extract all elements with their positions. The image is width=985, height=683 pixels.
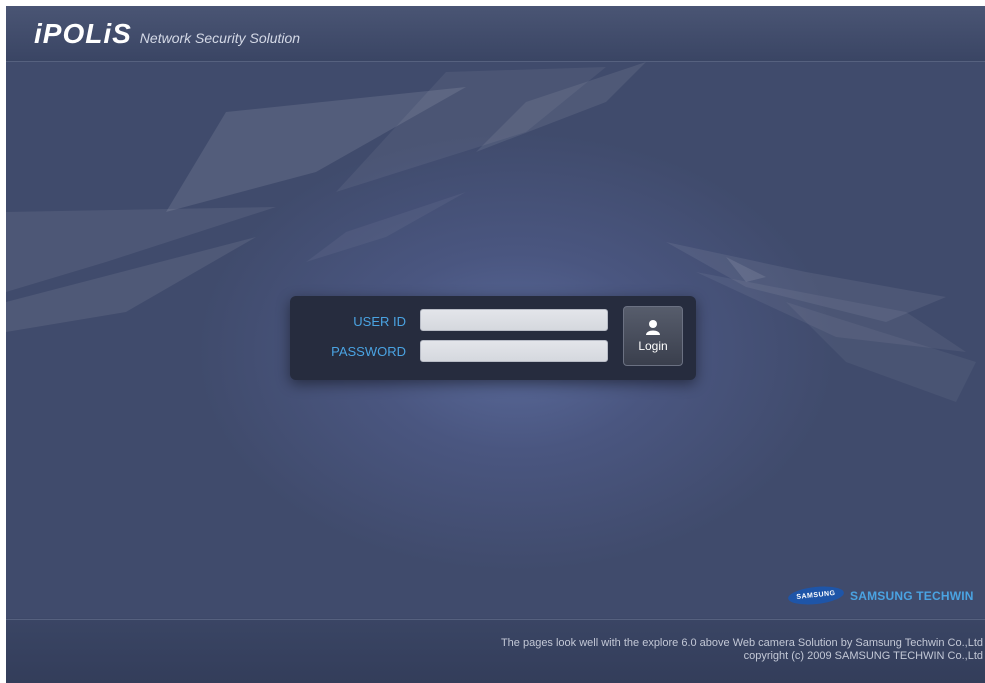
logo-subtitle: Network Security Solution: [139, 30, 301, 46]
ipolis-logo: iPOLiS Network Security Solution: [34, 18, 301, 49]
brand-name: SAMSUNG TECHWIN: [850, 588, 974, 603]
login-button[interactable]: Login: [623, 306, 683, 366]
user-id-input[interactable]: [420, 309, 608, 331]
user-id-label: USER ID: [353, 314, 406, 329]
samsung-techwin-logo: SAMSUNG SAMSUNG TECHWIN: [787, 584, 974, 607]
main-area: USER ID PASSWORD Login SAMSUNG SAMSUNG T…: [6, 62, 985, 618]
login-button-label: Login: [638, 339, 668, 353]
logo-main-text: iPOLiS: [34, 18, 132, 49]
login-page: iPOLiS Network Security Solution USER ID…: [6, 6, 985, 683]
password-input[interactable]: [420, 340, 608, 362]
samsung-badge-text: SAMSUNG: [796, 589, 836, 602]
samsung-badge: SAMSUNG: [787, 584, 845, 607]
header-bar: iPOLiS Network Security Solution: [6, 6, 985, 62]
user-icon: [646, 320, 660, 335]
footer-copyright: copyright (c) 2009 SAMSUNG TECHWIN Co.,L…: [743, 650, 983, 662]
login-panel: USER ID PASSWORD Login: [290, 296, 696, 380]
footer-bar: The pages look well with the explore 6.0…: [6, 619, 985, 683]
footer-notice: The pages look well with the explore 6.0…: [500, 637, 983, 649]
password-label: PASSWORD: [331, 344, 406, 359]
